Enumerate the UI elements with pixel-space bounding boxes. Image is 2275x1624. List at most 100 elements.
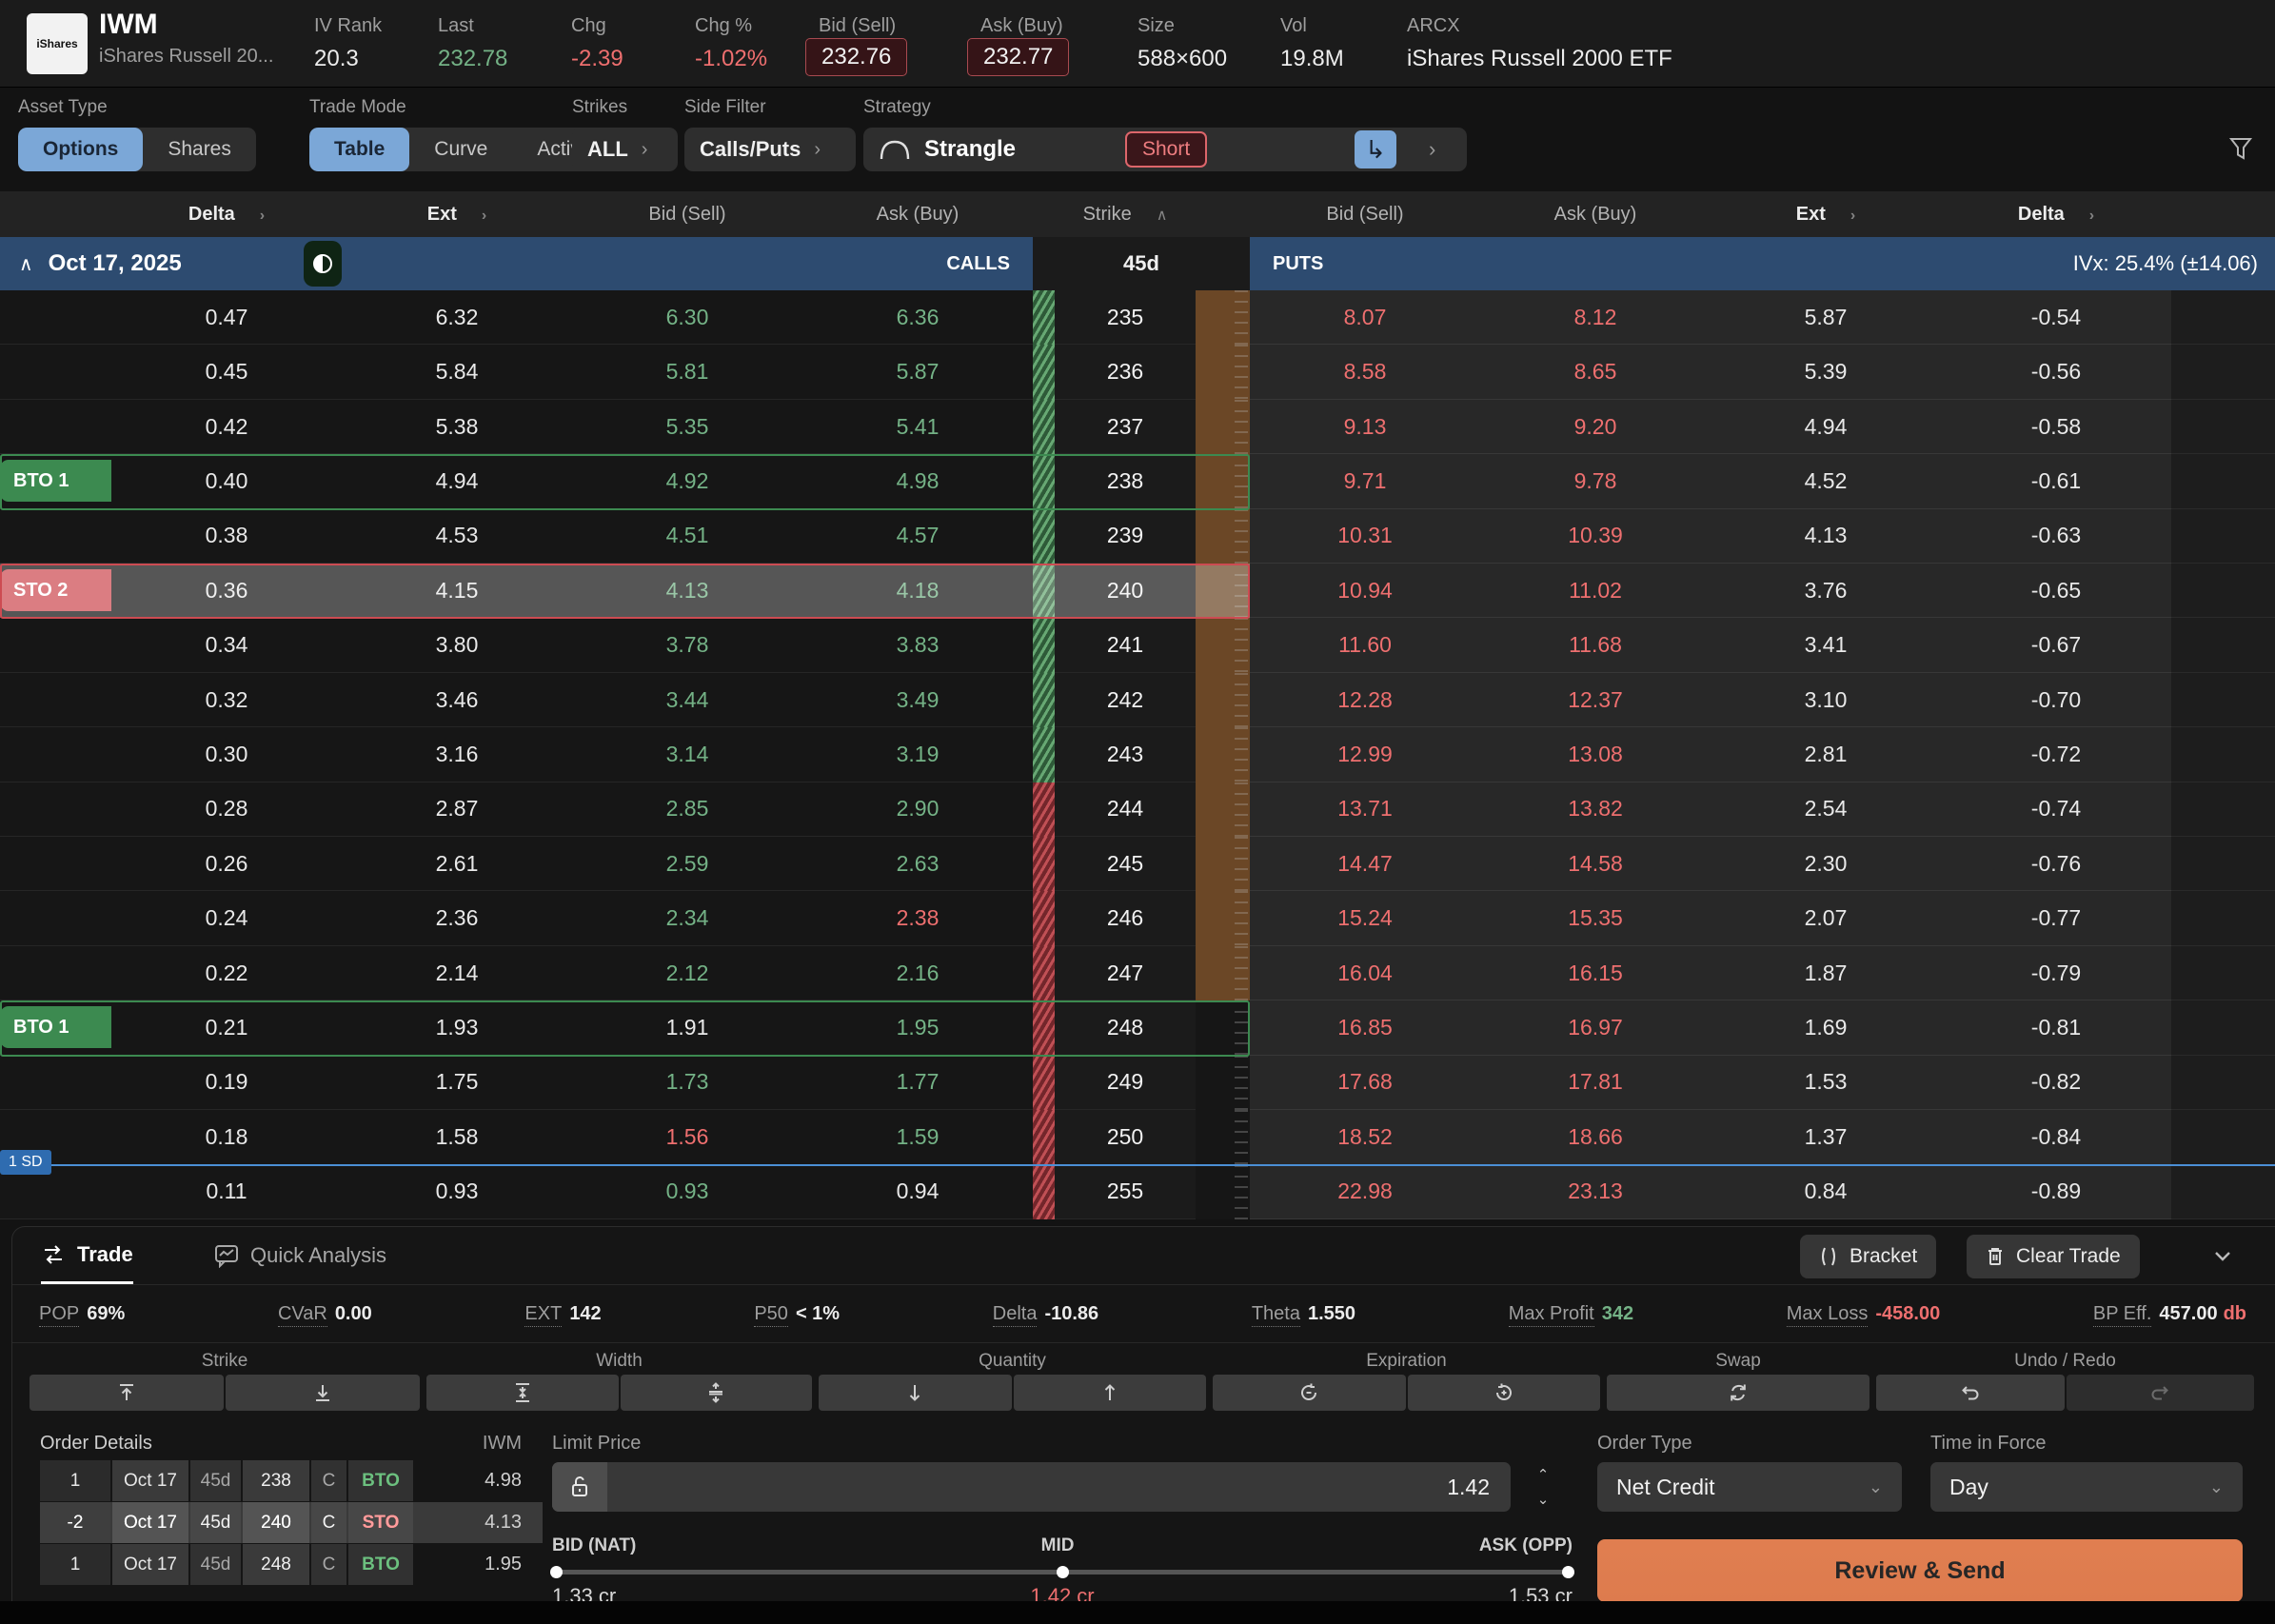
call-bid-header[interactable]: Bid (Sell) <box>572 204 802 226</box>
put-bid-cell[interactable]: 8.07 <box>1250 290 1480 345</box>
call-bid-cell[interactable]: 3.44 <box>572 673 802 727</box>
call-ask-cell[interactable]: 1.95 <box>802 1000 1033 1055</box>
call-ask-cell[interactable]: 5.87 <box>802 345 1033 399</box>
call-ext-cell[interactable]: 2.36 <box>342 891 572 945</box>
call-ext-cell[interactable]: 1.58 <box>342 1110 572 1164</box>
short-badge[interactable]: Short <box>1125 131 1207 168</box>
strike-cell[interactable]: 245 <box>1055 837 1196 891</box>
ext-label[interactable]: EXT <box>524 1303 562 1327</box>
put-ask-cell[interactable]: 12.37 <box>1480 673 1711 727</box>
call-ext-cell[interactable]: 4.15 <box>342 564 572 618</box>
strike-cell[interactable]: 243 <box>1055 727 1196 782</box>
curve-tab[interactable]: Curve <box>409 128 512 171</box>
half-circle-toggle-icon[interactable] <box>304 241 342 287</box>
strike-cell[interactable]: 240 <box>1055 564 1196 618</box>
call-ext-cell[interactable]: 0.93 <box>342 1165 572 1219</box>
put-delta-cell[interactable]: -0.72 <box>1941 727 2171 782</box>
leg-side[interactable]: BTO <box>348 1460 413 1501</box>
put-bid-cell[interactable]: 10.31 <box>1250 509 1480 564</box>
strike-cell[interactable]: 248 <box>1055 1000 1196 1055</box>
put-ask-cell[interactable]: 10.39 <box>1480 509 1711 564</box>
review-send-button[interactable]: Review & Send <box>1597 1539 2243 1602</box>
put-delta-cell[interactable]: -0.54 <box>1941 290 2171 345</box>
put-ext-cell[interactable]: 1.69 <box>1711 1000 1941 1055</box>
leg-expiration[interactable]: Oct 17 <box>112 1460 188 1501</box>
call-ext-cell[interactable]: 3.16 <box>342 727 572 782</box>
shares-tab[interactable]: Shares <box>143 128 256 171</box>
call-ext-cell[interactable]: 5.38 <box>342 400 572 454</box>
call-ask-cell[interactable]: 4.98 <box>802 454 1033 508</box>
leg-quantity[interactable]: -2 <box>40 1502 110 1543</box>
put-ext-header[interactable]: Ext› <box>1711 204 1941 226</box>
expiration-later-button[interactable] <box>1408 1375 1601 1411</box>
call-ext-cell[interactable]: 2.14 <box>342 946 572 1000</box>
bid-price-button[interactable]: 232.76 <box>805 38 907 76</box>
leg-strike[interactable]: 240 <box>243 1502 309 1543</box>
table-tab[interactable]: Table <box>309 128 409 171</box>
call-ask-cell[interactable]: 4.57 <box>802 509 1033 564</box>
collapse-chevron-icon[interactable]: ∧ <box>19 252 33 276</box>
call-delta-cell[interactable]: 0.42 <box>111 400 342 454</box>
put-ask-cell[interactable]: 16.97 <box>1480 1000 1711 1055</box>
put-ask-cell[interactable]: 11.68 <box>1480 618 1711 672</box>
call-delta-cell[interactable]: 0.38 <box>111 509 342 564</box>
call-delta-cell[interactable]: 0.45 <box>111 345 342 399</box>
call-ask-cell[interactable]: 1.59 <box>802 1110 1033 1164</box>
call-ext-cell[interactable]: 4.53 <box>342 509 572 564</box>
strike-header[interactable]: Strike∧ <box>1055 204 1196 226</box>
strike-up-button[interactable] <box>30 1375 224 1411</box>
call-ext-cell[interactable]: 5.84 <box>342 345 572 399</box>
put-ask-cell[interactable]: 17.81 <box>1480 1056 1711 1110</box>
leg-side[interactable]: BTO <box>348 1544 413 1585</box>
put-ask-header[interactable]: Ask (Buy) <box>1480 204 1711 226</box>
clear-trade-button[interactable]: Clear Trade <box>1967 1235 2140 1278</box>
call-bid-cell[interactable]: 4.92 <box>572 454 802 508</box>
call-delta-cell[interactable]: 0.40 <box>111 454 342 508</box>
call-ext-cell[interactable]: 1.93 <box>342 1000 572 1055</box>
put-ext-cell[interactable]: 2.30 <box>1711 837 1941 891</box>
call-ask-cell[interactable]: 2.38 <box>802 891 1033 945</box>
put-delta-cell[interactable]: -0.77 <box>1941 891 2171 945</box>
put-delta-cell[interactable]: -0.84 <box>1941 1110 2171 1164</box>
put-delta-cell[interactable]: -0.56 <box>1941 345 2171 399</box>
call-delta-cell[interactable]: 0.19 <box>111 1056 342 1110</box>
put-bid-header[interactable]: Bid (Sell) <box>1250 204 1480 226</box>
put-bid-cell[interactable]: 9.13 <box>1250 400 1480 454</box>
strike-cell[interactable]: 244 <box>1055 782 1196 837</box>
put-ask-cell[interactable]: 15.35 <box>1480 891 1711 945</box>
put-bid-cell[interactable]: 17.68 <box>1250 1056 1480 1110</box>
put-bid-cell[interactable]: 22.98 <box>1250 1165 1480 1219</box>
go-to-strategy-button[interactable]: ↳ <box>1355 130 1396 168</box>
undo-button[interactable] <box>1876 1375 2065 1411</box>
ask-price-button[interactable]: 232.77 <box>967 38 1069 76</box>
call-ext-cell[interactable]: 3.80 <box>342 618 572 672</box>
theta-label[interactable]: Theta <box>1252 1303 1300 1327</box>
expiration-date[interactable]: Oct 17, 2025 <box>49 250 182 277</box>
quantity-down-button[interactable] <box>819 1375 1012 1411</box>
step-up-button[interactable]: ⌃ <box>1522 1462 1564 1487</box>
call-ext-cell[interactable]: 1.75 <box>342 1056 572 1110</box>
put-ask-cell[interactable]: 16.15 <box>1480 946 1711 1000</box>
call-delta-cell[interactable]: 0.26 <box>111 837 342 891</box>
put-ext-cell[interactable]: 2.07 <box>1711 891 1941 945</box>
options-tab[interactable]: Options <box>18 128 143 171</box>
put-ask-cell[interactable]: 18.66 <box>1480 1110 1711 1164</box>
call-bid-cell[interactable]: 3.78 <box>572 618 802 672</box>
put-bid-cell[interactable]: 12.28 <box>1250 673 1480 727</box>
bp-eff-label[interactable]: BP Eff. <box>2093 1303 2152 1327</box>
position-tag[interactable]: BTO 1 <box>0 1006 111 1048</box>
order-type-dropdown[interactable]: Net Credit ⌄ <box>1597 1462 1902 1512</box>
call-bid-cell[interactable]: 2.85 <box>572 782 802 837</box>
call-ask-cell[interactable]: 2.90 <box>802 782 1033 837</box>
collapse-panel-chevron-icon[interactable] <box>2211 1244 2234 1267</box>
put-delta-cell[interactable]: -0.81 <box>1941 1000 2171 1055</box>
width-widen-button[interactable] <box>621 1375 813 1411</box>
strike-cell[interactable]: 242 <box>1055 673 1196 727</box>
leg-side[interactable]: STO <box>348 1502 413 1543</box>
strike-cell[interactable]: 238 <box>1055 454 1196 508</box>
time-in-force-dropdown[interactable]: Day ⌄ <box>1930 1462 2243 1512</box>
strike-cell[interactable]: 236 <box>1055 345 1196 399</box>
call-bid-cell[interactable]: 2.34 <box>572 891 802 945</box>
order-leg-row[interactable]: 1Oct 1745d238CBTO <box>40 1460 415 1501</box>
expiration-puts-bar[interactable]: PUTS IVx: 25.4% (±14.06) <box>1250 237 2275 290</box>
